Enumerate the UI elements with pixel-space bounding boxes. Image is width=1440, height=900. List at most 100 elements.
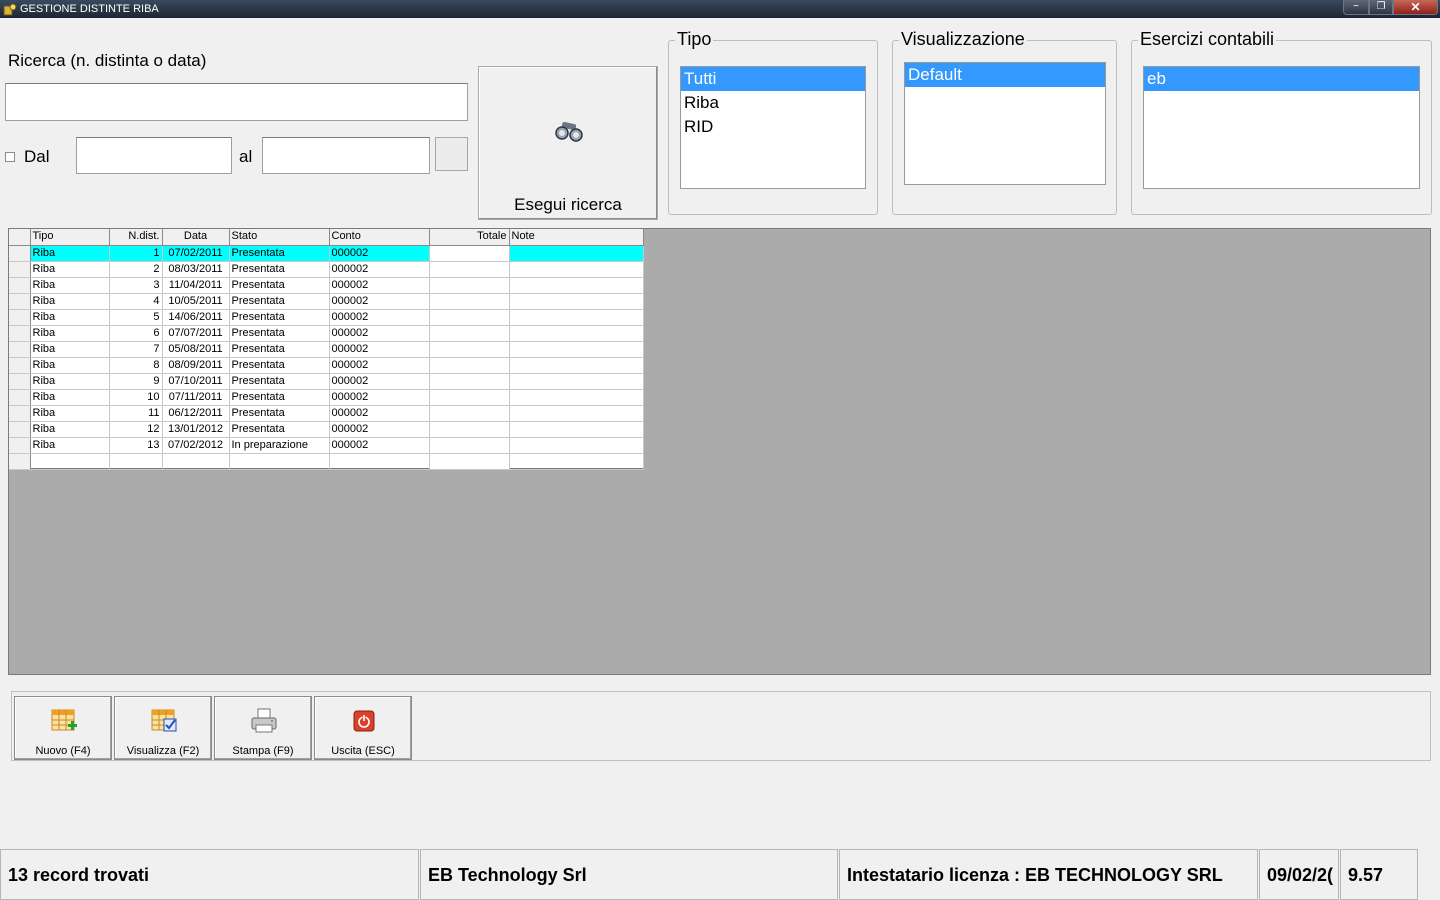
row-indicator[interactable] bbox=[9, 325, 31, 342]
search-button[interactable]: Esegui ricerca bbox=[478, 66, 658, 220]
cell-totale[interactable] bbox=[429, 405, 510, 422]
cell-data[interactable]: 06/12/2011 bbox=[162, 405, 230, 422]
cell-data[interactable]: 07/07/2011 bbox=[162, 325, 230, 342]
col-header-data[interactable]: Data bbox=[162, 229, 230, 246]
row-indicator[interactable] bbox=[9, 309, 31, 326]
col-header-stato[interactable]: Stato bbox=[229, 229, 330, 246]
cell-conto[interactable]: 000002 bbox=[329, 341, 430, 358]
cell-tipo[interactable]: Riba bbox=[30, 389, 110, 406]
col-header-conto[interactable]: Conto bbox=[329, 229, 430, 246]
cell-data[interactable] bbox=[162, 453, 230, 470]
cell-note[interactable] bbox=[509, 293, 644, 310]
cell-ndist[interactable]: 7 bbox=[109, 341, 163, 358]
table-row[interactable]: Riba 12 13/01/2012 Presentata 000002 bbox=[9, 421, 644, 438]
visualizza-button[interactable]: Visualizza (F2) bbox=[114, 696, 212, 760]
cell-totale[interactable] bbox=[429, 325, 510, 342]
cell-stato[interactable]: Presentata bbox=[229, 341, 330, 358]
cell-totale[interactable] bbox=[429, 309, 510, 326]
cell-tipo[interactable]: Riba bbox=[30, 373, 110, 390]
distinte-grid[interactable]: Tipo N.dist. Data Stato Conto Totale Not… bbox=[9, 229, 644, 470]
cell-stato[interactable]: Presentata bbox=[229, 373, 330, 390]
cell-tipo[interactable]: Riba bbox=[30, 341, 110, 358]
cell-conto[interactable]: 000002 bbox=[329, 373, 430, 390]
row-indicator[interactable] bbox=[9, 405, 31, 422]
cell-data[interactable]: 10/05/2011 bbox=[162, 293, 230, 310]
cell-conto[interactable]: 000002 bbox=[329, 389, 430, 406]
cell-note[interactable] bbox=[509, 389, 644, 406]
table-row[interactable]: Riba 2 08/03/2011 Presentata 000002 bbox=[9, 261, 644, 278]
table-row[interactable]: Riba 3 11/04/2011 Presentata 000002 bbox=[9, 277, 644, 294]
cell-stato[interactable]: Presentata bbox=[229, 309, 330, 326]
cell-tipo[interactable]: Riba bbox=[30, 293, 110, 310]
cell-ndist[interactable]: 9 bbox=[109, 373, 163, 390]
cell-stato[interactable] bbox=[229, 453, 330, 470]
table-row[interactable]: Riba 7 05/08/2011 Presentata 000002 bbox=[9, 341, 644, 358]
cell-conto[interactable]: 000002 bbox=[329, 437, 430, 454]
cell-stato[interactable]: Presentata bbox=[229, 293, 330, 310]
cell-conto[interactable]: 000002 bbox=[329, 245, 430, 262]
cell-totale[interactable] bbox=[429, 453, 510, 470]
row-indicator[interactable] bbox=[9, 341, 31, 358]
cell-totale[interactable] bbox=[429, 261, 510, 278]
cell-note[interactable] bbox=[509, 437, 644, 454]
col-header-totale[interactable]: Totale bbox=[429, 229, 510, 246]
cell-conto[interactable]: 000002 bbox=[329, 293, 430, 310]
cell-note[interactable] bbox=[509, 325, 644, 342]
uscita-button[interactable]: Uscita (ESC) bbox=[314, 696, 412, 760]
table-row[interactable]: Riba 1 07/02/2011 Presentata 000002 bbox=[9, 245, 644, 262]
cell-stato[interactable]: Presentata bbox=[229, 277, 330, 294]
cell-ndist[interactable]: 2 bbox=[109, 261, 163, 278]
cell-note[interactable] bbox=[509, 261, 644, 278]
cell-totale[interactable] bbox=[429, 421, 510, 438]
cell-data[interactable]: 11/04/2011 bbox=[162, 277, 230, 294]
cell-ndist[interactable]: 13 bbox=[109, 437, 163, 454]
cell-ndist[interactable]: 5 bbox=[109, 309, 163, 326]
table-row[interactable]: Riba 13 07/02/2012 In preparazione 000002 bbox=[9, 437, 644, 454]
table-row[interactable]: Riba 8 08/09/2011 Presentata 000002 bbox=[9, 357, 644, 374]
row-indicator[interactable] bbox=[9, 453, 31, 470]
cell-note[interactable] bbox=[509, 373, 644, 390]
col-header-note[interactable]: Note bbox=[509, 229, 644, 246]
row-indicator[interactable] bbox=[9, 389, 31, 406]
col-header-ndist[interactable]: N.dist. bbox=[109, 229, 163, 246]
col-header-tipo[interactable]: Tipo bbox=[30, 229, 110, 246]
cell-totale[interactable] bbox=[429, 293, 510, 310]
cell-conto[interactable]: 000002 bbox=[329, 277, 430, 294]
visualizzazione-listbox[interactable]: Default bbox=[904, 62, 1106, 185]
table-row[interactable] bbox=[9, 453, 644, 470]
cell-note[interactable] bbox=[509, 277, 644, 294]
row-indicator[interactable] bbox=[9, 293, 31, 310]
minimize-button[interactable]: − bbox=[1343, 0, 1369, 15]
visualizzazione-item-default[interactable]: Default bbox=[905, 63, 1105, 87]
cell-totale[interactable] bbox=[429, 373, 510, 390]
restore-button[interactable]: ❐ bbox=[1369, 0, 1393, 15]
esercizi-item-eb[interactable]: eb bbox=[1144, 67, 1419, 91]
row-indicator[interactable] bbox=[9, 421, 31, 438]
cell-tipo[interactable]: Riba bbox=[30, 437, 110, 454]
cell-note[interactable] bbox=[509, 453, 644, 470]
cell-ndist[interactable]: 11 bbox=[109, 405, 163, 422]
cell-tipo[interactable]: Riba bbox=[30, 245, 110, 262]
dal-checkbox[interactable] bbox=[5, 152, 15, 162]
cell-data[interactable]: 05/08/2011 bbox=[162, 341, 230, 358]
close-button[interactable]: ✕ bbox=[1393, 0, 1438, 15]
cell-ndist[interactable]: 10 bbox=[109, 389, 163, 406]
cell-data[interactable]: 13/01/2012 bbox=[162, 421, 230, 438]
cell-note[interactable] bbox=[509, 309, 644, 326]
cell-totale[interactable] bbox=[429, 277, 510, 294]
cell-tipo[interactable]: Riba bbox=[30, 277, 110, 294]
date-from-field[interactable] bbox=[76, 137, 232, 174]
cell-ndist[interactable] bbox=[109, 453, 163, 470]
tipo-item-rid[interactable]: RID bbox=[681, 115, 865, 139]
table-row[interactable]: Riba 11 06/12/2011 Presentata 000002 bbox=[9, 405, 644, 422]
cell-note[interactable] bbox=[509, 421, 644, 438]
table-row[interactable]: Riba 10 07/11/2011 Presentata 000002 bbox=[9, 389, 644, 406]
esercizi-listbox[interactable]: eb bbox=[1143, 66, 1420, 189]
cell-conto[interactable] bbox=[329, 453, 430, 470]
row-indicator[interactable] bbox=[9, 277, 31, 294]
table-row[interactable]: Riba 9 07/10/2011 Presentata 000002 bbox=[9, 373, 644, 390]
cell-tipo[interactable]: Riba bbox=[30, 421, 110, 438]
tipo-listbox[interactable]: Tutti Riba RID bbox=[680, 66, 866, 189]
cell-note[interactable] bbox=[509, 245, 644, 262]
cell-totale[interactable] bbox=[429, 437, 510, 454]
